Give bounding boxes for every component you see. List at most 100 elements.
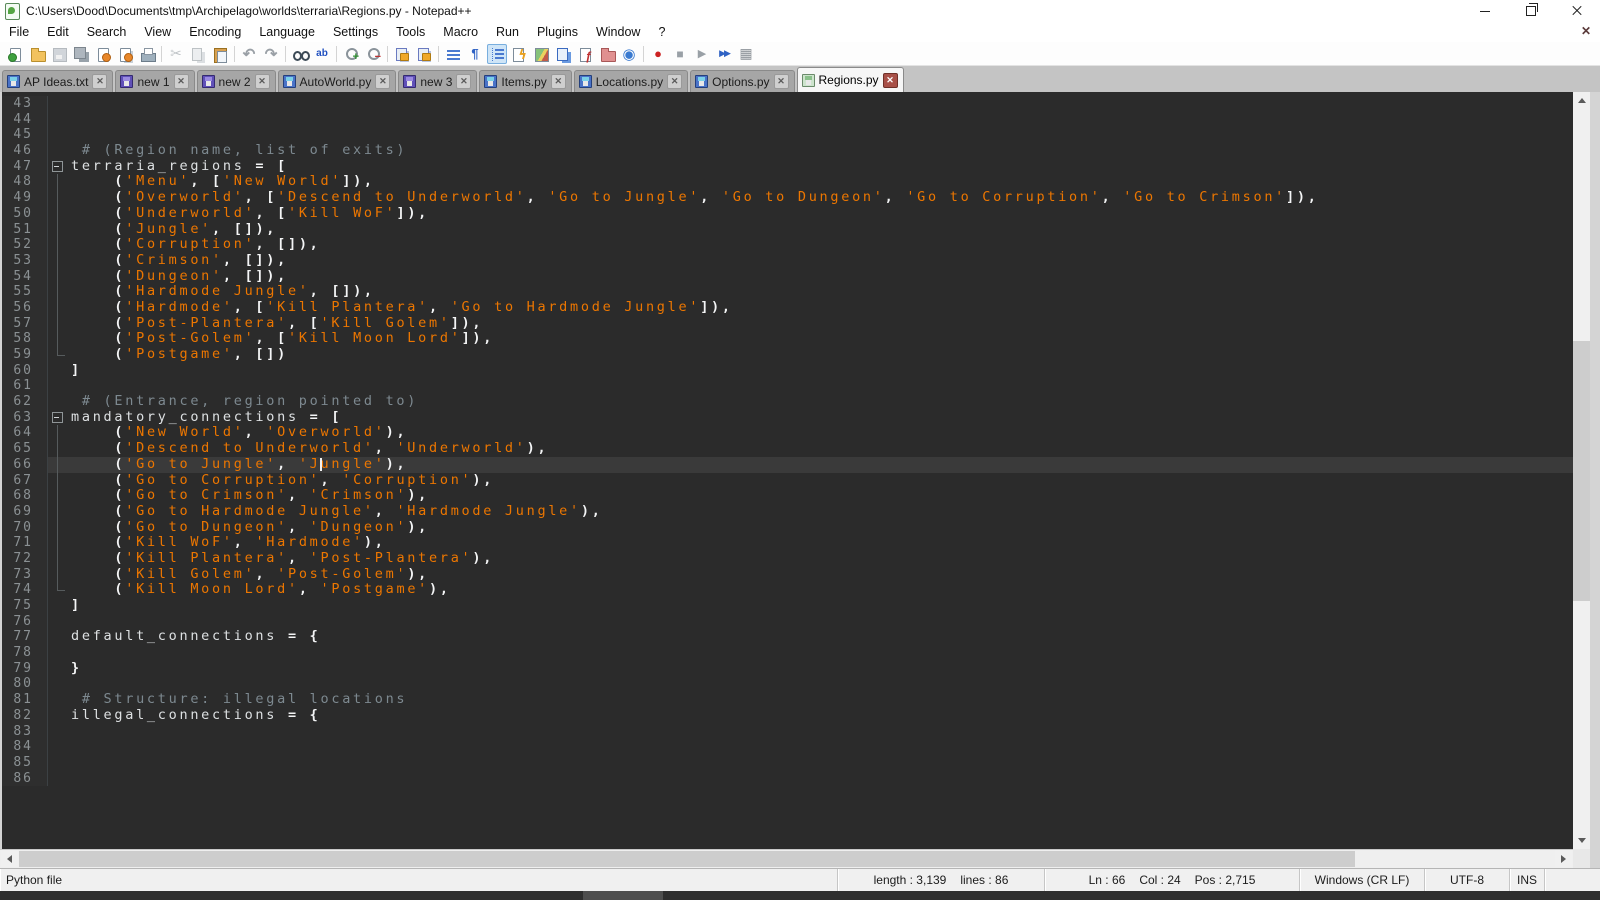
tab-ap-ideas.txt[interactable]: AP Ideas.txt✕: [2, 70, 113, 92]
code-line[interactable]: 75]: [2, 598, 1573, 614]
menu-item-edit[interactable]: Edit: [38, 23, 78, 41]
code-line[interactable]: 79}: [2, 661, 1573, 677]
tab-close-icon[interactable]: ✕: [375, 74, 390, 89]
macro-save-icon[interactable]: [736, 44, 756, 64]
code-line[interactable]: 78: [2, 645, 1573, 661]
code-text[interactable]: ('Go to Corruption', 'Corruption'),: [70, 473, 1573, 489]
code-text[interactable]: ('Kill WoF', 'Hardmode'),: [70, 535, 1573, 551]
code-line[interactable]: 59 ('Postgame', []): [2, 347, 1573, 363]
tab-items.py[interactable]: Items.py✕: [479, 70, 571, 92]
code-line[interactable]: 48 ('Menu', ['New World']),: [2, 174, 1573, 190]
code-line[interactable]: 66 ('Go to Jungle', 'Jungle'),: [2, 457, 1573, 473]
scroll-down-button[interactable]: [1573, 832, 1590, 849]
code-text[interactable]: ('Menu', ['New World']),: [70, 174, 1573, 190]
macro-run-multiple-icon[interactable]: [714, 44, 734, 64]
code-text[interactable]: ('Hardmode', ['Kill Plantera', 'Go to Ha…: [70, 300, 1573, 316]
word-wrap-icon[interactable]: [443, 44, 463, 64]
sync-horizontal-icon[interactable]: [414, 44, 434, 64]
code-line[interactable]: 44: [2, 112, 1573, 128]
tab-regions.py[interactable]: Regions.py✕: [797, 67, 904, 92]
code-line[interactable]: 56 ('Hardmode', ['Kill Plantera', 'Go to…: [2, 300, 1573, 316]
function-list-icon[interactable]: [509, 44, 529, 64]
code-line[interactable]: 69 ('Go to Hardmode Jungle', 'Hardmode J…: [2, 504, 1573, 520]
menu-item-search[interactable]: Search: [78, 23, 136, 41]
code-text[interactable]: ('Dungeon', []),: [70, 269, 1573, 285]
tab-close-icon[interactable]: ✕: [883, 73, 898, 88]
close-icon[interactable]: [93, 44, 113, 64]
code-text[interactable]: mandatory_connections = [: [70, 410, 1573, 426]
code-line[interactable]: 57 ('Post-Plantera', ['Kill Golem']),: [2, 316, 1573, 332]
cut-icon[interactable]: [166, 44, 186, 64]
undo-icon[interactable]: [239, 44, 259, 64]
code-text[interactable]: terraria_regions = [: [70, 159, 1573, 175]
code-line[interactable]: 63mandatory_connections = [: [2, 410, 1573, 426]
new-file-icon[interactable]: [5, 44, 25, 64]
menu-item-plugins[interactable]: Plugins: [528, 23, 587, 41]
vertical-scrollbar-thumb[interactable]: [1573, 341, 1590, 601]
copy-icon[interactable]: [188, 44, 208, 64]
code-text[interactable]: [70, 645, 1573, 661]
code-line[interactable]: 70 ('Go to Dungeon', 'Dungeon'),: [2, 520, 1573, 536]
code-text[interactable]: [70, 127, 1573, 143]
menu-item-settings[interactable]: Settings: [324, 23, 387, 41]
code-line[interactable]: 74 ('Kill Moon Lord', 'Postgame'),: [2, 582, 1573, 598]
document-map-icon[interactable]: [531, 44, 551, 64]
code-line[interactable]: 45: [2, 127, 1573, 143]
code-line[interactable]: 82illegal_connections = {: [2, 708, 1573, 724]
code-text[interactable]: ('Go to Dungeon', 'Dungeon'),: [70, 520, 1573, 536]
menu-item-file[interactable]: File: [0, 23, 38, 41]
fold-collapse-icon[interactable]: [48, 159, 70, 175]
code-text[interactable]: ('Go to Jungle', 'Jungle'),: [70, 457, 1573, 473]
show-all-characters-icon[interactable]: [465, 44, 485, 64]
code-text[interactable]: [70, 112, 1573, 128]
code-text[interactable]: ('Hardmode Jungle', []),: [70, 284, 1573, 300]
find-icon[interactable]: [290, 44, 310, 64]
code-line[interactable]: 46 # (Region name, list of exits): [2, 143, 1573, 159]
code-text[interactable]: ('Kill Golem', 'Post-Golem'),: [70, 567, 1573, 583]
code-line[interactable]: 81 # Structure: illegal locations: [2, 692, 1573, 708]
code-text[interactable]: [70, 676, 1573, 692]
tab-close-icon[interactable]: ✕: [255, 74, 270, 89]
print-icon[interactable]: [137, 44, 157, 64]
code-text[interactable]: ('Overworld', ['Descend to Underworld', …: [70, 190, 1573, 206]
code-text[interactable]: [70, 614, 1573, 630]
tab-close-icon[interactable]: ✕: [174, 74, 189, 89]
code-text[interactable]: ('Go to Crimson', 'Crimson'),: [70, 488, 1573, 504]
tab-new-3[interactable]: new 3✕: [398, 70, 477, 92]
code-line[interactable]: 51 ('Jungle', []),: [2, 222, 1573, 238]
close-button[interactable]: [1554, 0, 1600, 22]
code-text[interactable]: [70, 755, 1573, 771]
code-line[interactable]: 77default_connections = {: [2, 629, 1573, 645]
tab-close-icon[interactable]: ✕: [551, 74, 566, 89]
code-text[interactable]: ('New World', 'Overworld'),: [70, 425, 1573, 441]
code-line[interactable]: 60]: [2, 363, 1573, 379]
macro-stop-icon[interactable]: [670, 44, 690, 64]
code-line[interactable]: 84: [2, 739, 1573, 755]
code-line[interactable]: 52 ('Corruption', []),: [2, 237, 1573, 253]
tab-new-1[interactable]: new 1✕: [115, 70, 194, 92]
code-line[interactable]: 68 ('Go to Crimson', 'Crimson'),: [2, 488, 1573, 504]
horizontal-scrollbar[interactable]: [0, 849, 1573, 868]
code-line[interactable]: 53 ('Crimson', []),: [2, 253, 1573, 269]
code-text[interactable]: ('Corruption', []),: [70, 237, 1573, 253]
code-text[interactable]: ]: [70, 363, 1573, 379]
code-text[interactable]: # (Entrance, region pointed to): [70, 394, 1573, 410]
zoom-in-icon[interactable]: [341, 44, 361, 64]
code-text[interactable]: ('Go to Hardmode Jungle', 'Hardmode Jung…: [70, 504, 1573, 520]
tab-close-icon[interactable]: ✕: [456, 74, 471, 89]
save-all-icon[interactable]: [71, 44, 91, 64]
code-line[interactable]: 65 ('Descend to Underworld', 'Underworld…: [2, 441, 1573, 457]
restore-button[interactable]: [1508, 0, 1554, 22]
code-area[interactable]: 43444546 # (Region name, list of exits)4…: [2, 96, 1573, 786]
tab-close-icon[interactable]: ✕: [774, 74, 789, 89]
close-document-icon[interactable]: ✕: [1579, 24, 1593, 38]
document-switcher-icon[interactable]: [553, 44, 573, 64]
indent-guide-icon[interactable]: [487, 44, 507, 64]
code-text[interactable]: ]: [70, 598, 1573, 614]
open-file-icon[interactable]: [27, 44, 47, 64]
code-line[interactable]: 54 ('Dungeon', []),: [2, 269, 1573, 285]
code-line[interactable]: 85: [2, 755, 1573, 771]
menu-item-language[interactable]: Language: [250, 23, 324, 41]
macro-record-icon[interactable]: [648, 44, 668, 64]
tab-close-icon[interactable]: ✕: [667, 74, 682, 89]
